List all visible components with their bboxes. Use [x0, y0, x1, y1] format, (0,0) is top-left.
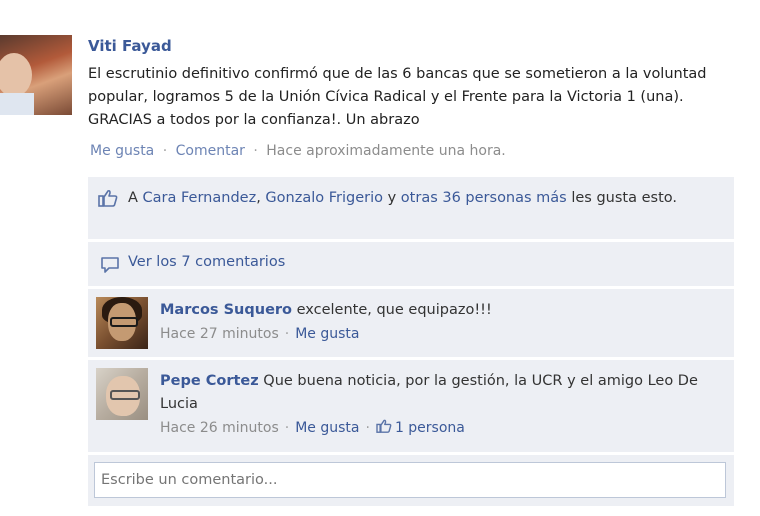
post-actions: Me gusta · Comentar · Hace aproximadamen…	[90, 143, 506, 159]
post-author-name[interactable]: Viti Fayad	[88, 37, 172, 55]
write-comment-row	[88, 455, 734, 506]
likes-summary: A Cara Fernandez, Gonzalo Frigerio y otr…	[88, 177, 734, 239]
post-like-link[interactable]: Me gusta	[90, 143, 154, 159]
commenter-name[interactable]: Marcos Suquero	[160, 302, 292, 318]
liker-link[interactable]: Cara Fernandez	[143, 190, 257, 206]
comment-bubble-icon	[101, 257, 119, 273]
comment-item: Pepe Cortez Que buena noticia, por la ge…	[88, 360, 734, 452]
view-comments-row: Ver los 7 comentarios	[88, 242, 734, 286]
post-comment-link[interactable]: Comentar	[176, 143, 245, 159]
comment-body: Marcos Suquero excelente, que equipazo!!…	[160, 299, 720, 346]
likes-suffix: les gusta esto.	[571, 190, 677, 206]
post-timestamp[interactable]: Hace aproximadamente una hora.	[266, 143, 505, 159]
separator: ·	[284, 326, 290, 342]
avatar-face	[0, 53, 32, 97]
comment-timestamp[interactable]: Hace 27 minutos	[160, 326, 279, 342]
other-likers-link[interactable]: otras 36 personas más	[401, 190, 567, 206]
liker-link[interactable]: Gonzalo Frigerio	[265, 190, 383, 206]
commenter-name[interactable]: Pepe Cortez	[160, 373, 259, 389]
separator: ·	[365, 420, 370, 436]
avatar-shirt	[0, 93, 34, 115]
commenter-avatar[interactable]	[96, 368, 148, 420]
likes-connector: y	[387, 190, 397, 206]
comment-like-link[interactable]: Me gusta	[295, 326, 359, 342]
post-text: El escrutinio definitivo confirmó que de…	[88, 66, 707, 128]
post-author-avatar[interactable]	[0, 35, 72, 115]
avatar-glasses	[110, 317, 138, 327]
likes-prefix: A	[128, 190, 138, 206]
avatar-glasses	[110, 390, 140, 400]
view-all-comments-link[interactable]: Ver los 7 comentarios	[128, 254, 285, 270]
comment-input[interactable]	[94, 462, 726, 498]
facebook-post: Viti Fayad El escrutinio definitivo conf…	[0, 0, 760, 516]
commenter-avatar[interactable]	[96, 297, 148, 349]
likes-text: A Cara Fernandez, Gonzalo Frigerio y otr…	[128, 187, 724, 210]
separator: ·	[162, 143, 168, 159]
comment-item: Marcos Suquero excelente, que equipazo!!…	[88, 289, 734, 357]
separator: ·	[253, 143, 258, 159]
separator: ·	[284, 420, 290, 436]
comment-like-count-link[interactable]: 1 persona	[395, 420, 465, 436]
thumbs-up-icon	[98, 189, 118, 207]
likes-comma: ,	[256, 190, 261, 206]
comment-meta: Hace 27 minutos · Me gusta	[160, 323, 720, 346]
comment-text: excelente, que equipazo!!!	[296, 302, 492, 318]
comment-timestamp[interactable]: Hace 26 minutos	[160, 420, 279, 436]
comment-body: Pepe Cortez Que buena noticia, por la ge…	[160, 370, 720, 440]
thumbs-up-icon	[376, 419, 392, 433]
comment-meta: Hace 26 minutos · Me gusta · 1 persona	[160, 417, 720, 440]
comment-like-link[interactable]: Me gusta	[295, 420, 359, 436]
